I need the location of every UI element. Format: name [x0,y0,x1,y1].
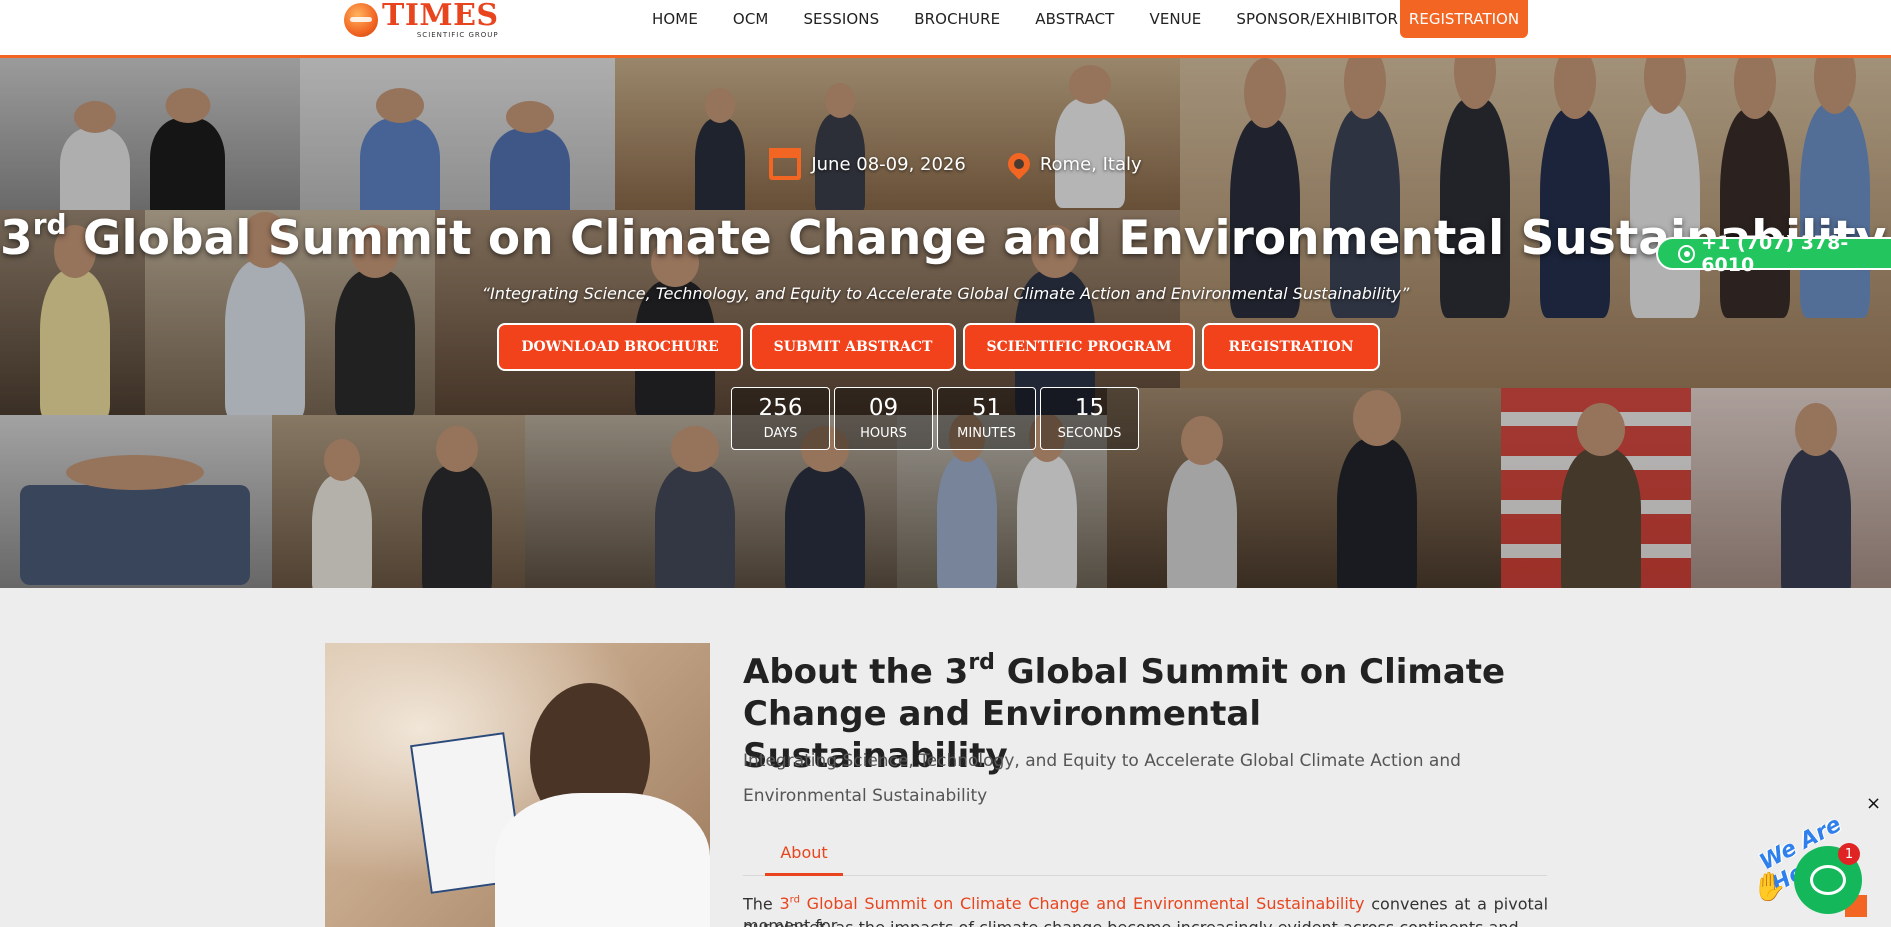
whatsapp-icon [1678,244,1696,263]
nav-venue[interactable]: VENUE [1149,10,1201,28]
event-location: Rome, Italy [1003,148,1142,180]
countdown-label: SECONDS [1057,425,1122,441]
event-meta: June 08-09, 2026 Rome, Italy [0,148,1891,180]
download-brochure-button[interactable]: DOWNLOAD BROCHURE [497,323,743,371]
map-pin-icon [1003,148,1035,180]
main-nav: HOME OCM SESSIONS BROCHURE ABSTRACT VENU… [652,0,1433,38]
hero-cta-group: DOWNLOAD BROCHURE SUBMIT ABSTRACT SCIENT… [497,323,1380,371]
countdown-value: 51 [971,395,1002,422]
collage-photo [0,58,300,210]
collage-photo [0,415,272,588]
countdown-value: 15 [1074,395,1105,422]
about-body-line2: our planet, as the impacts of climate ch… [743,917,1548,927]
collage-photo [272,415,525,588]
chat-bubble-icon [1810,865,1846,895]
waving-hand-icon: ✋ [1752,870,1787,903]
scientific-program-button[interactable]: SCIENTIFIC PROGRAM [963,323,1195,371]
chat-unread-badge: 1 [1838,843,1860,865]
countdown-hours: 09 HOURS [834,387,933,450]
countdown-minutes: 51 MINUTES [937,387,1036,450]
logo-wordmark: TIMES [382,0,499,33]
nav-ocm[interactable]: OCM [733,10,769,28]
tab-divider [743,875,1547,876]
about-title-prefix: About the 3 [743,652,969,692]
globe-logo-icon [344,3,378,37]
top-navbar: TIMES SCIENTIFIC GROUP HOME OCM SESSIONS… [0,0,1891,58]
about-body-prefix: The [743,894,780,914]
about-subtitle: Integrating Science, Technology, and Equ… [743,751,1461,806]
nav-sponsor-exhibitor[interactable]: SPONSOR/EXHIBITOR [1236,10,1398,28]
logo-subtitle: SCIENTIFIC GROUP [416,31,499,39]
title-text: Global Summit on Climate Change and Envi… [66,211,1887,266]
nav-abstract[interactable]: ABSTRACT [1035,10,1114,28]
submit-abstract-button[interactable]: SUBMIT ABSTRACT [750,323,956,371]
countdown-seconds: 15 SECONDS [1040,387,1139,450]
about-title-suffix: rd [968,650,995,675]
hero-tagline: “Integrating Science, Technology, and Eq… [481,284,1410,303]
registration-button[interactable]: REGISTRATION [1202,323,1380,371]
nav-sessions[interactable]: SESSIONS [803,10,879,28]
event-date: June 08-09, 2026 [769,148,966,180]
collage-photo [1107,388,1501,588]
about-image [325,643,710,927]
countdown-label: HOURS [860,425,907,441]
collage-photo [615,58,1180,210]
event-location-text: Rome, Italy [1039,153,1142,175]
collage-photo [1501,388,1891,588]
calendar-icon [769,148,802,180]
summit-link-suffix: rd [789,895,800,906]
nav-brochure[interactable]: BROCHURE [914,10,1000,28]
tab-about[interactable]: About [765,843,843,876]
countdown-value: 09 [868,395,899,422]
whatsapp-phone-button[interactable]: +1 (707) 378-6010 [1656,232,1891,276]
countdown-value: 256 [758,395,803,422]
event-date-text: June 08-09, 2026 [811,153,966,175]
nav-home[interactable]: HOME [652,10,698,28]
title-ordinal: 3 [0,211,33,266]
collage-photo [300,58,615,210]
countdown-days: 256 DAYS [731,387,830,450]
title-ordinal-suffix: rd [32,208,67,241]
countdown-timer: 256 DAYS 09 HOURS 51 MINUTES 15 SECONDS [731,387,1139,450]
hero-banner: June 08-09, 2026 Rome, Italy 3rd Global … [0,58,1891,588]
summit-link-ordinal: 3 [779,894,790,914]
hero-title: 3rd Global Summit on Climate Change and … [0,208,1891,266]
countdown-label: DAYS [763,425,798,441]
countdown-label: MINUTES [957,425,1016,441]
summit-link-text: Global Summit on Climate Change and Envi… [799,894,1365,914]
summit-link[interactable]: 3rd Global Summit on Climate Change and … [779,894,1364,913]
nav-registration-button[interactable]: REGISTRATION [1400,0,1528,38]
phone-number: +1 (707) 378-6010 [1701,231,1849,276]
times-logo[interactable]: TIMES SCIENTIFIC GROUP [344,0,499,40]
